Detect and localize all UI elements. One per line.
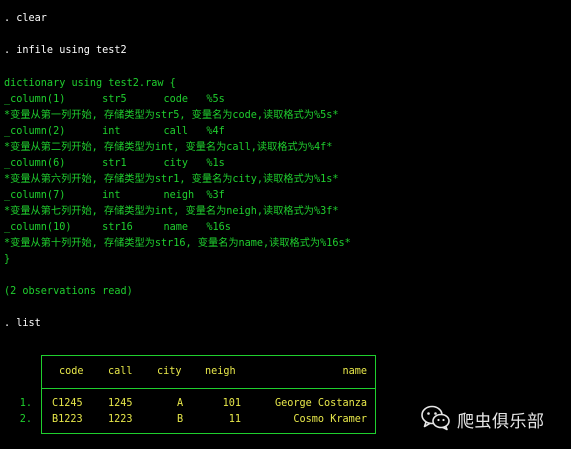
dictionary-column-6: _column(6) str1 city %1s [4,158,225,169]
table-cell-code: B1223 [52,414,83,425]
table-cell-city: B [177,414,184,425]
table-cell-neigh: 101 [222,398,241,409]
column-header-city: city [157,366,182,377]
observations-read: (2 observations read) [4,286,133,297]
table-cell-call: 1245 [108,398,133,409]
dictionary-comment-2: *变量从第二列开始, 存储类型为int, 变量名为call,读取格式为%4f* [4,142,333,153]
table-cell-name: Cosmo Kramer [293,414,367,425]
table-cell-neigh: 11 [228,414,241,425]
dictionary-comment-10: *变量从第十列开始, 存储类型为str16, 变量名为name,读取格式为%16… [4,238,351,249]
row-number: 1. [19,398,32,409]
column-header-call: call [108,366,133,377]
dictionary-column-10: _column(10) str16 name %16s [4,222,231,233]
command-infile: . infile using test2 [4,45,127,56]
stata-results-window: . clear . infile using test2 dictionary … [0,0,571,449]
dictionary-column-2: _column(2) int call %4f [4,126,225,137]
dictionary-comment-6: *变量从第六列开始, 存储类型为str1, 变量名为city,读取格式为%1s* [4,174,339,185]
column-header-name: name [342,366,367,377]
dictionary-column-7: _column(7) int neigh %3f [4,190,225,201]
command-clear: . clear [4,13,47,24]
table-cell-name: George Costanza [274,398,367,409]
watermark: 爬虫俱乐部 [421,405,545,433]
dictionary-comment-7: *变量从第七列开始, 存储类型为int, 变量名为neigh,读取格式为%3f* [4,206,339,217]
column-header-neigh: neigh [205,366,236,377]
table-cell-call: 1223 [108,414,133,425]
command-list: . list [4,318,41,329]
list-table-header-divider [41,388,376,389]
watermark-text: 爬虫俱乐部 [457,411,545,432]
dictionary-open: dictionary using test2.raw { [4,78,176,89]
wechat-icon [421,405,451,434]
column-header-code: code [59,366,84,377]
dictionary-close: } [4,254,11,265]
dictionary-comment-1: *变量从第一列开始, 存储类型为str5, 变量名为code,读取格式为%5s* [4,110,339,121]
row-number: 2. [19,414,32,425]
table-cell-code: C1245 [52,398,83,409]
dictionary-column-1: _column(1) str5 code %5s [4,94,225,105]
table-cell-city: A [177,398,184,409]
